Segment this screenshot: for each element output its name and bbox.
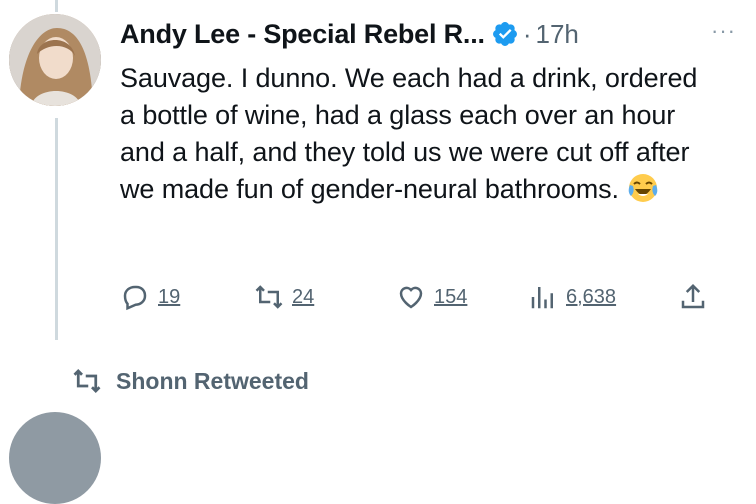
like-count: 154 [434,285,468,308]
thread-line [55,118,58,340]
retweet-button[interactable]: 24 [254,280,314,314]
retweet-icon [73,369,101,393]
retweet-icon [255,285,283,309]
share-button[interactable] [678,280,708,314]
verified-badge-icon [491,20,519,48]
like-button[interactable]: 154 [396,280,467,314]
views-chart-icon [531,287,553,309]
reply-icon [123,285,147,311]
retweeted-label: Shonn Retweeted [116,367,309,394]
author-avatar[interactable] [9,14,101,106]
next-tweet-avatar[interactable] [9,412,101,504]
more-options-icon[interactable]: ··· [711,18,736,44]
header-separator: · [522,18,532,49]
avatar-photo [9,14,101,106]
author-name[interactable]: Andy Lee - Special Rebel R... [120,19,485,50]
tweet-timestamp[interactable]: 17h [535,19,578,50]
face-with-tears-of-joy-icon [627,172,659,204]
heart-icon [399,286,423,309]
retweet-count: 24 [292,285,315,308]
tweet-body: Sauvage. I dunno. We each had a drink, o… [120,60,710,208]
tweet-actions: 19 24 154 6,638 [120,280,720,314]
tweet-header: Andy Lee - Special Rebel R... · 17h [120,14,716,54]
thread-line-top [55,0,58,12]
views-button[interactable]: 6,638 [528,280,616,314]
share-icon [681,283,705,309]
reply-button[interactable]: 19 [120,280,180,314]
social-context[interactable]: Shonn Retweeted [72,366,309,396]
tweet-text: Sauvage. I dunno. We each had a drink, o… [120,63,698,204]
reply-count: 19 [158,285,181,308]
views-count: 6,638 [566,285,617,308]
